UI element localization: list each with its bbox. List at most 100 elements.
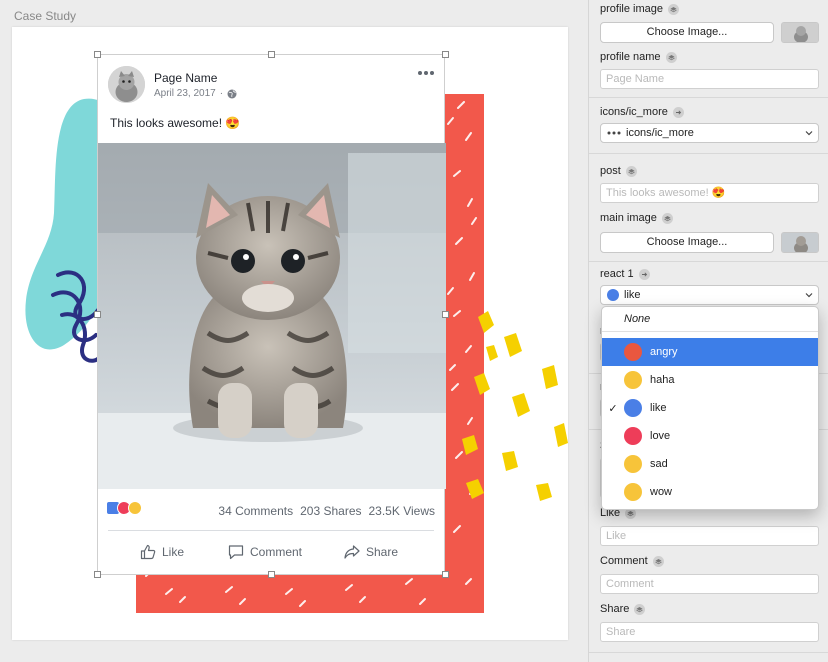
- main-image-choose-button[interactable]: Choose Image...: [600, 232, 774, 253]
- post-label: post: [600, 165, 637, 177]
- angry-emoji-icon: [624, 343, 642, 361]
- share-text-field[interactable]: [600, 622, 819, 642]
- go-to-symbol-icon[interactable]: [672, 106, 684, 118]
- section-divider: [589, 261, 828, 262]
- resize-handle-bottom-right[interactable]: [442, 571, 449, 578]
- menu-item-label: haha: [650, 374, 675, 386]
- share-arrow-icon: [344, 545, 360, 559]
- menu-item-label: angry: [650, 346, 678, 358]
- comment-field-label-text: Comment: [600, 555, 648, 567]
- menu-item-love[interactable]: love: [602, 422, 818, 450]
- page-name: Page Name: [154, 71, 218, 85]
- comment-action-button[interactable]: Comment: [228, 544, 302, 560]
- resize-handle-middle-left[interactable]: [94, 311, 101, 318]
- resize-handle-top-left[interactable]: [94, 51, 101, 58]
- resize-handle-bottom-center[interactable]: [268, 571, 275, 578]
- menu-item-like[interactable]: ✓ like: [602, 394, 818, 422]
- menu-item-label: wow: [650, 486, 673, 498]
- menu-item-label: sad: [650, 458, 668, 470]
- wow-reaction-icon: [128, 501, 142, 515]
- profile-avatar: [108, 66, 145, 103]
- resize-handle-top-right[interactable]: [442, 51, 449, 58]
- yellow-brush-dabs: [462, 311, 568, 501]
- main-image-label: main image: [600, 212, 673, 224]
- menu-item-sad[interactable]: sad: [602, 450, 818, 478]
- comment-field-label: Comment: [600, 555, 664, 567]
- main-kitten-photo: [98, 143, 446, 489]
- chevron-down-icon: [805, 131, 813, 136]
- react-1-label-text: react 1: [600, 268, 634, 280]
- main-image-label-text: main image: [600, 212, 657, 224]
- section-divider: [589, 652, 828, 653]
- menu-item-haha[interactable]: haha: [602, 366, 818, 394]
- shares-count: 203 Shares: [300, 504, 362, 518]
- profile-image-thumbnail[interactable]: [781, 22, 819, 43]
- menu-item-angry[interactable]: angry: [602, 338, 818, 366]
- like-action-button[interactable]: Like: [140, 544, 184, 560]
- react-1-select[interactable]: like: [600, 285, 819, 305]
- override-layers-icon: [661, 212, 673, 224]
- profile-name-field[interactable]: [600, 69, 819, 89]
- profile-image-choose-button[interactable]: Choose Image...: [600, 22, 774, 43]
- post-stats: 34 Comments 203 Shares 23.5K Views: [218, 504, 435, 518]
- main-image-thumbnail[interactable]: [781, 232, 819, 253]
- icons-more-select[interactable]: icons/ic_more: [600, 123, 819, 143]
- like-emoji-icon: [607, 289, 619, 301]
- post-date: April 23, 2017: [154, 88, 216, 99]
- love-emoji-icon: [624, 427, 642, 445]
- like-action-label: Like: [162, 545, 185, 559]
- chevron-down-icon: [805, 293, 813, 298]
- share-field-label: Share: [600, 603, 646, 615]
- post-text-field[interactable]: [600, 183, 819, 203]
- profile-image-label: profile image: [600, 3, 679, 15]
- comment-icon: [228, 545, 244, 560]
- sad-emoji-icon: [624, 455, 642, 473]
- menu-item-label: love: [650, 430, 671, 442]
- override-layers-icon: [634, 603, 646, 615]
- profile-image-label-text: profile image: [600, 3, 663, 15]
- comment-text-field[interactable]: [600, 574, 819, 594]
- post-divider: [108, 530, 434, 531]
- haha-emoji-icon: [624, 371, 642, 389]
- profile-name-label: profile name: [600, 51, 677, 63]
- comment-action-label: Comment: [250, 545, 303, 559]
- share-action-button[interactable]: Share: [344, 544, 398, 560]
- date-separator: ·: [219, 88, 224, 99]
- more-options-icon[interactable]: [417, 69, 435, 77]
- artboard-title[interactable]: Case Study: [14, 9, 76, 23]
- post-card[interactable]: Page Name April 23, 2017 · This looks aw…: [97, 54, 446, 575]
- canvas-area[interactable]: Case Study Page Name April 23, 2017 · Th…: [0, 0, 588, 662]
- views-count: 23.5K Views: [368, 504, 436, 518]
- wow-emoji-icon: [624, 483, 642, 501]
- menu-separator: [602, 331, 818, 332]
- thumbs-up-icon: [140, 544, 156, 560]
- post-meta: April 23, 2017 ·: [154, 88, 237, 99]
- go-to-symbol-icon[interactable]: [638, 268, 650, 280]
- more-dots-icon: [607, 131, 621, 135]
- post-label-text: post: [600, 165, 621, 177]
- section-divider: [589, 97, 828, 98]
- override-layers-icon: [665, 51, 677, 63]
- like-text-field[interactable]: [600, 526, 819, 546]
- reaction-summary-icons: [106, 501, 142, 515]
- react-1-dropdown-menu[interactable]: None angry haha ✓ like love sad wow: [601, 306, 819, 510]
- profile-name-label-text: profile name: [600, 51, 661, 63]
- icons-more-label: icons/ic_more: [600, 106, 684, 118]
- menu-item-wow[interactable]: wow: [602, 478, 818, 506]
- section-divider: [589, 153, 828, 154]
- react-1-label: react 1: [600, 268, 650, 280]
- menu-item-label: like: [650, 402, 667, 414]
- menu-item-none[interactable]: None: [624, 313, 650, 325]
- override-layers-icon: [667, 3, 679, 15]
- resize-handle-top-center[interactable]: [268, 51, 275, 58]
- resize-handle-middle-right[interactable]: [442, 311, 449, 318]
- override-layers-icon: [625, 165, 637, 177]
- post-text: This looks awesome! 😍: [110, 116, 241, 130]
- share-field-label-text: Share: [600, 603, 630, 615]
- react-1-value: like: [624, 289, 641, 301]
- resize-handle-bottom-left[interactable]: [94, 571, 101, 578]
- checkmark-icon: ✓: [608, 402, 618, 415]
- globe-icon: [227, 89, 237, 98]
- override-layers-icon: [652, 555, 664, 567]
- icons-more-label-text: icons/ic_more: [600, 106, 668, 118]
